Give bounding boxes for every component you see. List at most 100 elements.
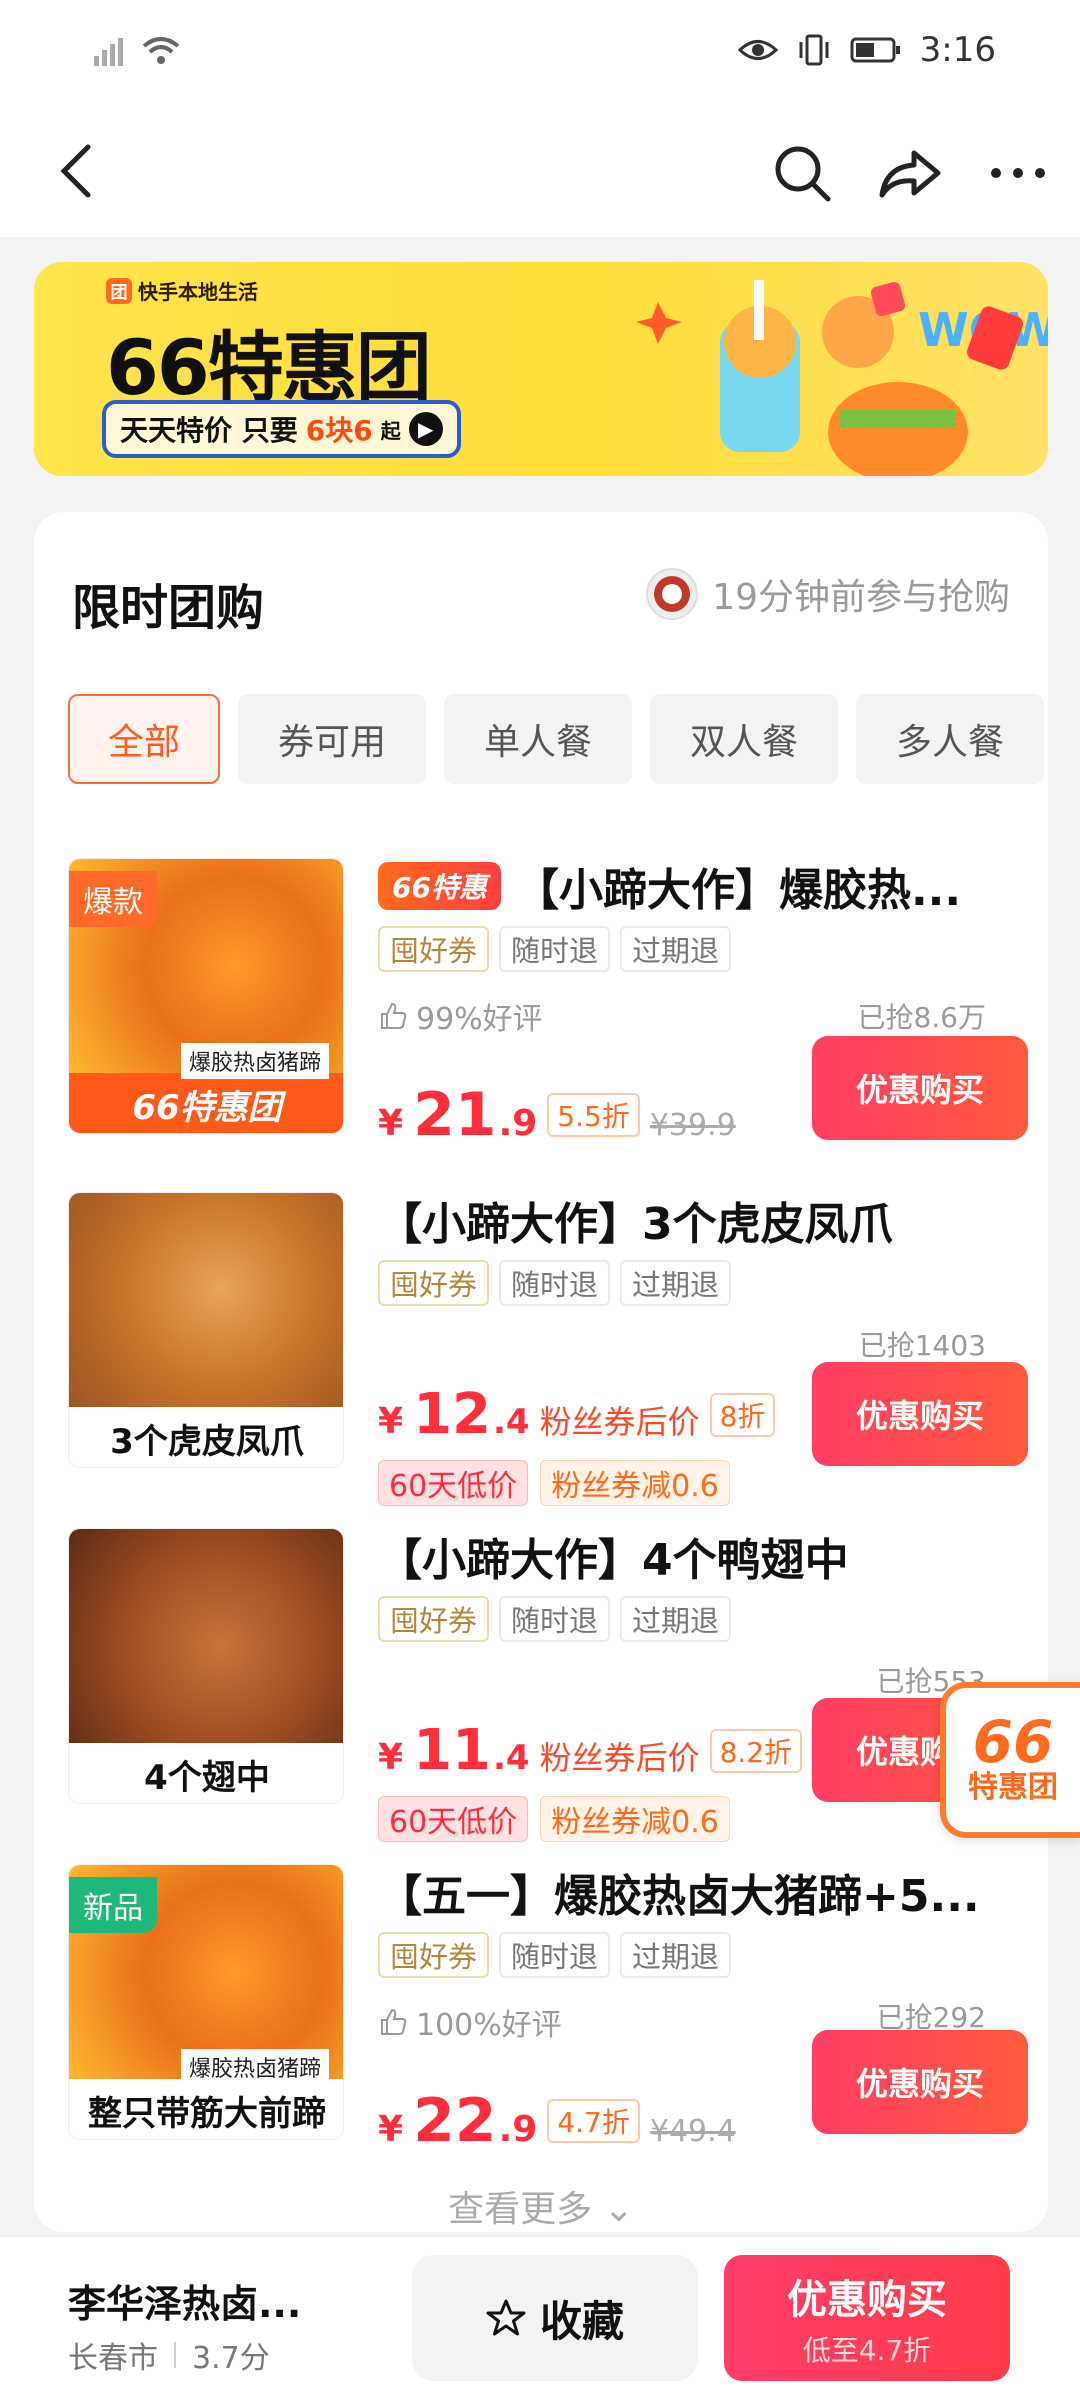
- filter-coupon[interactable]: 券可用: [238, 694, 426, 784]
- price-int: 11: [413, 1718, 491, 1783]
- promo-banner[interactable]: 团 快手本地生活 66特惠团 天天特价 只要6块6起 ▶ WOW: [34, 262, 1048, 476]
- divider: [174, 2342, 176, 2368]
- banner-subtitle[interactable]: 天天特价 只要 6块6 起 ▶: [102, 400, 461, 458]
- price-row: ¥22.9 4.7折 ¥49.4: [378, 2086, 736, 2156]
- fan-price-label: 粉丝券后价: [539, 1739, 700, 1777]
- new-badge: 新品: [69, 1877, 157, 1933]
- more-button[interactable]: [986, 141, 1050, 205]
- coupon-tag: 粉丝券减0.6: [540, 1460, 730, 1506]
- filter-multi[interactable]: 多人餐: [856, 694, 1044, 784]
- recent-activity: 19分钟前参与抢购: [646, 568, 1010, 620]
- thumb-caption: 66特惠团: [69, 1073, 343, 1133]
- low-price-tag: 60天低价: [378, 1796, 529, 1842]
- rating: 99%好评: [378, 994, 543, 1038]
- tag-list: 囤好券 随时退 过期退: [378, 1260, 1028, 1306]
- product-image[interactable]: 4个翅中: [68, 1528, 344, 1804]
- share-button[interactable]: [878, 141, 942, 205]
- original-price: ¥39.9: [649, 1108, 736, 1143]
- banner-brand-label: 快手本地生活: [138, 280, 258, 304]
- thumbs-up-icon: [381, 1002, 407, 1029]
- tag: 囤好券: [378, 1596, 490, 1642]
- buy-button[interactable]: 优惠购买: [812, 1362, 1028, 1466]
- eye-icon: [737, 40, 778, 60]
- product-title[interactable]: 【小蹄大作】4个鸭翅中: [378, 1524, 849, 1588]
- shop-city: 长春市: [68, 2341, 158, 2376]
- search-icon: [775, 146, 831, 202]
- list-item[interactable]: 4个翅中 【小蹄大作】4个鸭翅中 囤好券 随时退 过期退 已抢553 ¥11.4…: [68, 1528, 1028, 1842]
- thumb-caption: 3个虎皮凤爪: [69, 1407, 343, 1467]
- price-row: ¥11.4 粉丝券后价 8.2折: [378, 1718, 803, 1783]
- thumb-caption: 4个翅中: [69, 1743, 343, 1803]
- tag: 随时退: [499, 926, 611, 972]
- status-time: 3:16: [919, 30, 996, 70]
- tag: 囤好券: [378, 926, 490, 972]
- tag: 随时退: [499, 1260, 611, 1306]
- tag: 随时退: [499, 1932, 611, 1978]
- filter-double[interactable]: 双人餐: [650, 694, 838, 784]
- currency: ¥: [378, 2109, 404, 2150]
- bottom-buy-sub: 低至4.7折: [802, 2334, 932, 2367]
- search-button[interactable]: [770, 141, 834, 205]
- wifi-icon: [142, 37, 180, 64]
- tag: 随时退: [499, 1596, 611, 1642]
- back-arrow-icon: [60, 144, 91, 198]
- floating-promo-badge[interactable]: 66 特惠团: [940, 1682, 1080, 1838]
- banner-sub-suffix: 起: [380, 418, 401, 443]
- product-image[interactable]: 3个虎皮凤爪: [68, 1192, 344, 1468]
- discount-badge: 8.2折: [709, 1728, 803, 1773]
- thumb-caption: 整只带筋大前蹄: [69, 2079, 343, 2139]
- star-icon: [486, 2299, 526, 2336]
- filter-single[interactable]: 单人餐: [444, 694, 632, 784]
- battery-icon: [850, 37, 900, 63]
- filter-tabs: 全部 券可用 单人餐 双人餐 多人餐: [68, 694, 1044, 784]
- original-price: ¥49.4: [649, 2114, 736, 2149]
- coupon-tag: 粉丝券减0.6: [540, 1796, 730, 1842]
- bottom-buy-button[interactable]: 优惠购买 低至4.7折: [724, 2255, 1010, 2381]
- product-image[interactable]: 66特惠团 爆款 爆胶热卤猪蹄: [68, 858, 344, 1134]
- currency: ¥: [378, 1103, 404, 1144]
- filter-all[interactable]: 全部: [68, 694, 220, 784]
- product-image[interactable]: 整只带筋大前蹄 新品 爆胶热卤猪蹄: [68, 1864, 344, 2140]
- rating-text: 100%好评: [416, 2008, 562, 2043]
- product-title[interactable]: 【五一】爆胶热卤大猪蹄+5...: [378, 1860, 980, 1924]
- price-dec: .9: [498, 1103, 538, 1144]
- banner-brand: 团 快手本地生活: [106, 276, 258, 305]
- discount-badge: 4.7折: [547, 2099, 640, 2143]
- sold-count: 已抢1403: [858, 1329, 986, 1362]
- product-title[interactable]: 【小蹄大作】爆胶热...: [515, 854, 961, 918]
- tag: 囤好券: [378, 1260, 490, 1306]
- shop-name[interactable]: 李华泽热卤...: [68, 2273, 301, 2328]
- bottom-buy-label: 优惠购买: [787, 2277, 947, 2323]
- product-info: 【小蹄大作】4个鸭翅中 囤好券 随时退 过期退 已抢553 ¥11.4 粉丝券后…: [378, 1528, 1028, 1842]
- currency: ¥: [378, 1401, 404, 1442]
- thumbs-up-icon: [381, 2008, 407, 2035]
- product-info: 66特惠 【小蹄大作】爆胶热... 囤好券 随时退 过期退 99%好评 已抢8.…: [378, 858, 1028, 1158]
- chevron-down-icon: ⌄: [603, 2189, 634, 2230]
- tag: 过期退: [620, 1596, 732, 1642]
- back-button[interactable]: [50, 141, 110, 201]
- group-buy-card: 限时团购 19分钟前参与抢购 全部 券可用 单人餐 双人餐 多人餐 66特惠团 …: [34, 512, 1048, 2232]
- favorite-button[interactable]: 收藏: [412, 2255, 698, 2381]
- banner-illustration: WOW: [636, 280, 1048, 476]
- float-badge-text: 特惠团: [968, 1770, 1058, 1805]
- share-icon: [879, 150, 941, 198]
- buy-button[interactable]: 优惠购买: [812, 1036, 1028, 1140]
- fan-price-label: 粉丝券后价: [539, 1403, 700, 1441]
- product-title[interactable]: 【小蹄大作】3个虎皮凤爪: [378, 1188, 893, 1252]
- hot-badge: 爆款: [69, 871, 157, 927]
- list-item[interactable]: 66特惠团 爆款 爆胶热卤猪蹄 66特惠 【小蹄大作】爆胶热... 囤好券 随时…: [68, 858, 1028, 1158]
- discount-badge: 5.5折: [547, 1093, 640, 1137]
- status-bar: 3:16: [0, 0, 1080, 105]
- vibrate-icon: [799, 34, 829, 66]
- top-nav: [0, 105, 1080, 237]
- view-more[interactable]: 查看更多 ⌄: [34, 2180, 1048, 2232]
- price-int: 21: [413, 1080, 497, 1150]
- sold-count: 已抢8.6万: [857, 1001, 986, 1034]
- list-item[interactable]: 3个虎皮凤爪 【小蹄大作】3个虎皮凤爪 囤好券 随时退 过期退 已抢1403 ¥…: [68, 1192, 1028, 1506]
- rating-text: 99%好评: [416, 1002, 543, 1037]
- shop-score: 3.7分: [192, 2341, 270, 2376]
- product-info: 【小蹄大作】3个虎皮凤爪 囤好券 随时退 过期退 已抢1403 ¥12.4 粉丝…: [378, 1192, 1028, 1506]
- buy-button[interactable]: 优惠购买: [812, 2030, 1028, 2134]
- currency: ¥: [378, 1737, 404, 1778]
- list-item[interactable]: 整只带筋大前蹄 新品 爆胶热卤猪蹄 【五一】爆胶热卤大猪蹄+5... 囤好券 随…: [68, 1864, 1028, 2164]
